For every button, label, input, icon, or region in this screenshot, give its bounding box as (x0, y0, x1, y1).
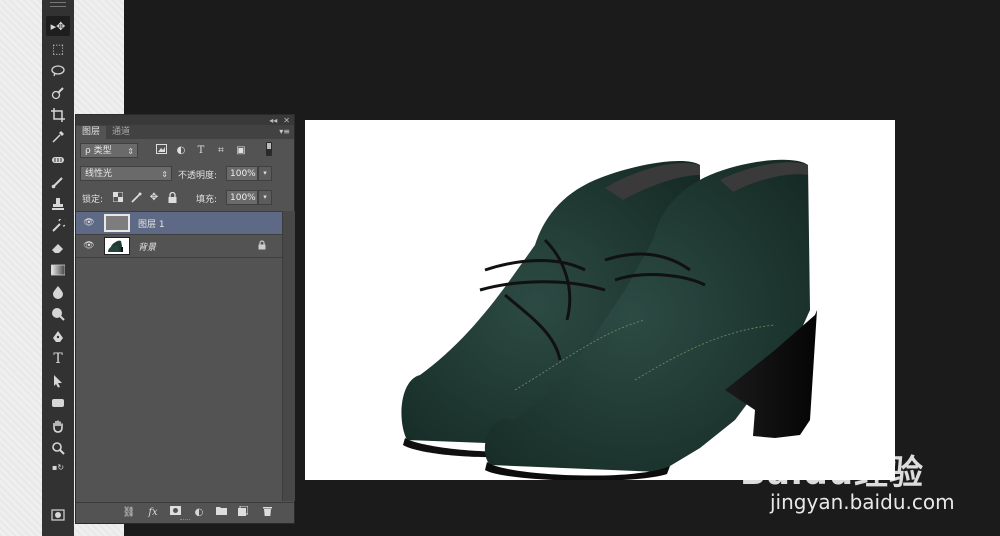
healing-brush-icon[interactable] (46, 150, 70, 170)
quick-selection-icon[interactable] (46, 83, 70, 103)
blur-tool-icon[interactable] (46, 282, 70, 302)
layer-row-background[interactable]: 👁 背景 (76, 235, 282, 258)
fill-input[interactable]: 100% (226, 190, 258, 205)
swap-colors-icon[interactable]: ▪↻ (46, 458, 70, 478)
blend-mode-value: 线性光 (85, 169, 113, 179)
filter-shape-icon[interactable]: ⌗ (214, 144, 228, 158)
layer-thumbnail (104, 214, 130, 232)
layers-footer: ⛓ fx ◐ (76, 502, 294, 523)
pen-tool-icon[interactable] (46, 327, 70, 347)
collapse-panel-icon[interactable]: ◂◂ (269, 116, 277, 125)
layer-name[interactable]: 图层 1 (138, 217, 165, 230)
link-layers-icon[interactable]: ⛓ (122, 506, 136, 520)
eraser-tool-icon[interactable] (46, 238, 70, 258)
filter-pixel-icon[interactable] (154, 144, 168, 158)
fill-slider-toggle[interactable]: ▾ (258, 190, 272, 205)
workspace-left-edge (0, 0, 42, 536)
opacity-input[interactable]: 100% (226, 166, 258, 181)
panel-resize-grip[interactable] (180, 519, 190, 522)
fill-label: 填充: (196, 195, 218, 205)
lock-position-icon[interactable]: ✥ (148, 192, 160, 204)
path-selection-icon[interactable] (46, 371, 70, 391)
marquee-tool-icon[interactable]: ⬚ (46, 39, 70, 59)
hand-tool-icon[interactable] (46, 416, 70, 436)
close-panel-icon[interactable]: ✕ (283, 116, 290, 125)
filter-type-icon[interactable]: T (194, 144, 208, 158)
stamp-tool-icon[interactable] (46, 194, 70, 214)
move-tool-icon[interactable]: ▸✥ (46, 16, 70, 36)
toolbar-grip[interactable] (50, 2, 66, 7)
type-tool-icon[interactable]: T (46, 349, 70, 369)
layer-filter-label: ρ 类型 (85, 146, 112, 156)
shape-tool-icon[interactable] (46, 393, 70, 413)
quick-mask-icon[interactable] (46, 505, 70, 525)
zoom-tool-icon[interactable] (46, 438, 70, 458)
opacity-slider-toggle[interactable]: ▾ (258, 166, 272, 181)
opacity-label: 不透明度: (178, 171, 218, 181)
filter-smart-object-icon[interactable]: ▣ (234, 144, 248, 158)
layer-row-layer1[interactable]: 👁 图层 1 (76, 212, 282, 235)
lock-label: 锁定: (82, 195, 104, 205)
lock-all-icon[interactable] (166, 191, 178, 204)
filter-adjustment-icon[interactable]: ◐ (174, 144, 188, 158)
crop-tool-icon[interactable] (46, 105, 70, 125)
layers-scrollbar[interactable] (282, 211, 295, 501)
delete-layer-icon[interactable] (260, 506, 274, 520)
dodge-tool-icon[interactable] (46, 304, 70, 324)
filter-toggle-icon[interactable] (262, 142, 276, 156)
add-mask-icon[interactable] (168, 506, 182, 520)
panel-title-bar: ◂◂ ✕ (76, 115, 294, 125)
layer-style-fx-icon[interactable]: fx (146, 506, 160, 520)
layers-list: 👁 图层 1 👁 背景 (76, 211, 282, 502)
new-group-icon[interactable] (214, 506, 228, 520)
lock-pixels-icon[interactable] (130, 192, 142, 204)
new-layer-icon[interactable] (236, 505, 250, 520)
baidu-watermark-logo: Baidu经验 (740, 453, 925, 493)
boots-image (401, 159, 817, 480)
baidu-watermark-url: jingyan.baidu.com (770, 490, 955, 514)
lock-transparent-icon[interactable] (112, 191, 124, 204)
blend-mode-dropdown[interactable]: 线性光 ⇕ (80, 166, 172, 181)
panel-menu-icon[interactable]: ▾≡ (279, 127, 290, 136)
gradient-tool-icon[interactable] (46, 260, 70, 280)
layer-filter-dropdown[interactable]: ρ 类型 ⇕ (80, 143, 138, 158)
panel-tabs: 图层 通道 ▾≡ (76, 125, 294, 139)
document-canvas[interactable] (305, 120, 895, 480)
layer-lock-icon (258, 239, 270, 253)
layer-thumbnail (104, 237, 130, 255)
eyedropper-icon[interactable] (46, 127, 70, 147)
layers-panel: ◂◂ ✕ 图层 通道 ▾≡ ρ 类型 ⇕ ◐ T ⌗ ▣ 线性光 ⇕ 不透明度:… (75, 114, 295, 524)
brush-tool-icon[interactable] (46, 172, 70, 192)
visibility-eye-icon[interactable]: 👁 (82, 239, 96, 253)
lasso-tool-icon[interactable] (46, 61, 70, 81)
layer-name[interactable]: 背景 (138, 240, 156, 253)
tab-layers[interactable]: 图层 (76, 126, 107, 139)
visibility-eye-icon[interactable]: 👁 (82, 216, 96, 230)
history-brush-icon[interactable] (46, 216, 70, 236)
tab-channels[interactable]: 通道 (106, 126, 136, 139)
chevron-updown-icon: ⇕ (161, 170, 168, 179)
tools-panel: ▸✥ ⬚ T ▪↻ (42, 0, 112, 536)
chevron-updown-icon: ⇕ (127, 147, 134, 156)
adjustment-layer-icon[interactable]: ◐ (192, 506, 206, 520)
